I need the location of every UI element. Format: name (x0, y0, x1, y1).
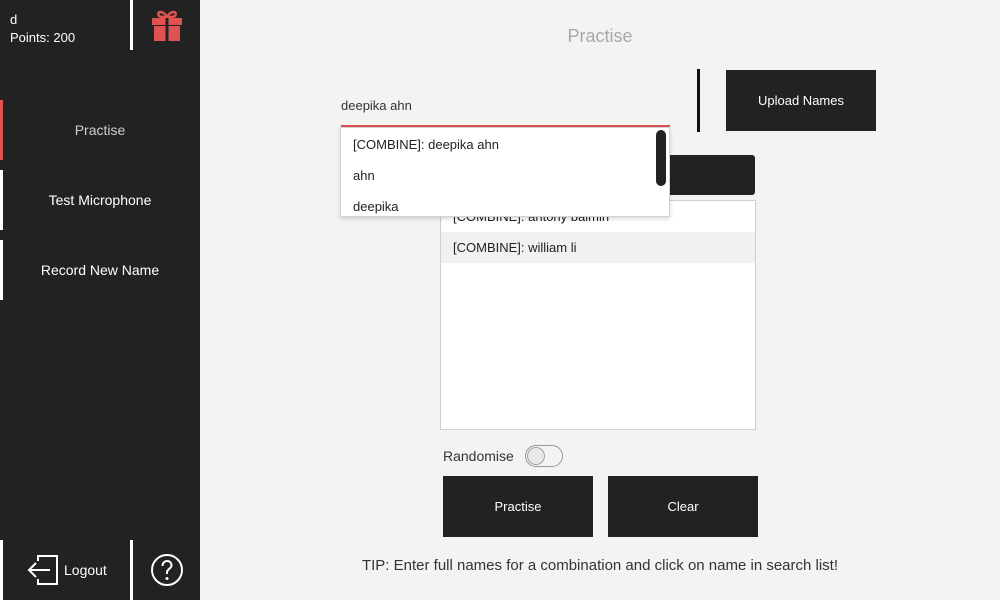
sidebar: d Points: 200 Practise Test Microphone R… (0, 0, 200, 600)
list-item[interactable]: [COMBINE]: william li (441, 232, 755, 263)
logout-indicator (0, 540, 3, 600)
help-icon (150, 554, 183, 586)
toggle-knob (527, 447, 545, 465)
nav-active-indicator (0, 100, 3, 160)
nav-indicator (0, 240, 3, 300)
clear-button[interactable]: Clear (608, 476, 758, 537)
nav-item-practise[interactable]: Practise (0, 100, 200, 160)
logout-label: Logout (64, 562, 107, 578)
suggestion-item[interactable]: deepika (341, 191, 659, 216)
page-title: Practise (567, 26, 633, 46)
practise-button[interactable]: Practise (443, 476, 593, 537)
nav-item-label: Test Microphone (48, 192, 152, 208)
gift-icon (151, 10, 182, 41)
help-button[interactable] (133, 540, 200, 600)
search-input[interactable] (341, 86, 670, 127)
upload-names-button[interactable]: Upload Names (726, 70, 876, 131)
vertical-divider (697, 69, 700, 132)
user-points: Points: 200 (10, 30, 76, 45)
user-name: d (10, 12, 18, 27)
randomise-label: Randomise (443, 448, 514, 464)
nav-item-label: Practise (74, 122, 126, 138)
logout-icon (27, 555, 58, 585)
search-suggestions-dropdown: [COMBINE]: deepika ahn ahn deepika (340, 127, 670, 217)
nav-item-label: Record New Name (40, 262, 160, 278)
suggestion-item[interactable]: ahn (341, 160, 659, 191)
gift-button[interactable] (133, 0, 200, 50)
randomise-toggle[interactable] (525, 445, 563, 467)
dropdown-scrollbar[interactable] (656, 130, 666, 186)
suggestion-item[interactable]: [COMBINE]: deepika ahn (341, 129, 659, 160)
logout-button[interactable]: Logout (0, 540, 130, 600)
user-info: d Points: 200 (0, 0, 130, 50)
tip-text: TIP: Enter full names for a combination … (361, 557, 839, 574)
nav-indicator (0, 170, 3, 230)
nav-item-record-new-name[interactable]: Record New Name (0, 240, 200, 300)
nav-item-test-microphone[interactable]: Test Microphone (0, 170, 200, 230)
names-list: [COMBINE]: antony balmin [COMBINE]: will… (440, 200, 756, 430)
